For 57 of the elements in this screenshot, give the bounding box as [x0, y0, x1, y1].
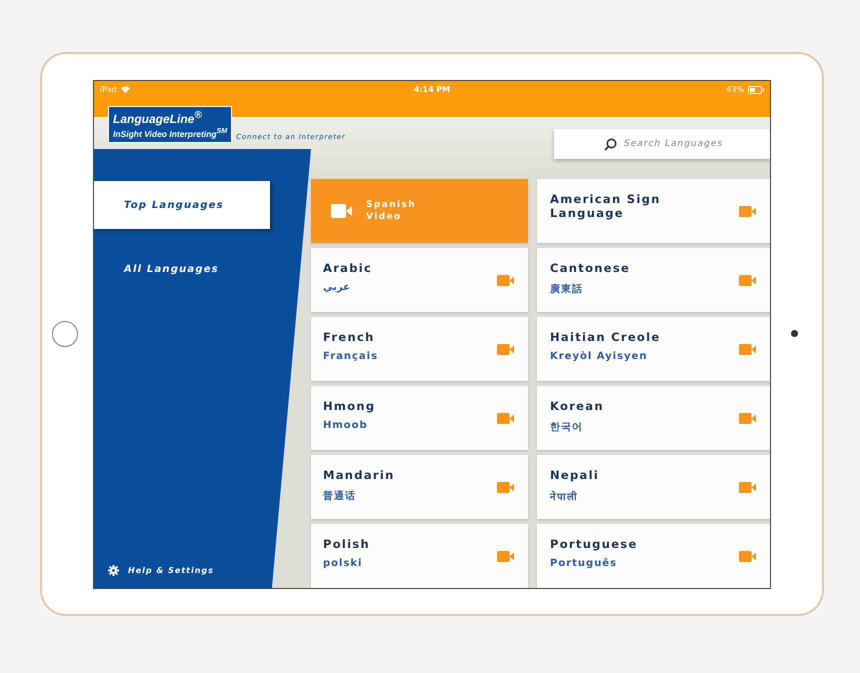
language-tile[interactable]: Cantonese 廣東話 [537, 248, 770, 312]
language-name: Hmong [323, 399, 376, 413]
native-name: polski [323, 558, 364, 569]
video-camera-icon [497, 412, 514, 424]
video-camera-icon [497, 482, 514, 492]
language-tile[interactable]: Korean 한국어 [537, 386, 770, 450]
search-field[interactable]: Search Languages [554, 129, 770, 159]
logo-badge: LanguageLine$^{®}$ InSight Video Interpreting$^{SM}$ [108, 106, 232, 143]
native-name: 普通话 [323, 489, 357, 503]
battery-icon [748, 86, 764, 94]
language-name: Haitian Creole [550, 330, 660, 344]
native-name: عربي [323, 282, 351, 293]
native-name: 한국어 [550, 421, 584, 434]
language-name: American Sign Language [550, 192, 662, 220]
video-camera-icon [497, 550, 514, 562]
language-tile[interactable]: Hmong Hmoob [311, 386, 528, 450]
language-name: Korean [550, 399, 604, 413]
language-tile[interactable]: Portuguese Português [537, 524, 770, 588]
language-tile[interactable]: American Sign Language [537, 179, 770, 243]
video-camera-icon [739, 344, 756, 354]
video-camera-icon [331, 204, 352, 218]
language-tile[interactable]: Haitian Creole Kreyòl Ayisyen [537, 317, 770, 381]
video-camera-icon [739, 550, 756, 562]
video-camera-icon [497, 344, 514, 354]
battery-label: 43% [726, 85, 744, 94]
language-tile[interactable]: Nepali नेपाली [537, 455, 770, 519]
native-name: Français [323, 351, 378, 362]
native-name: Kreyòl Ayisyen [550, 351, 648, 362]
native-name: Hmoob [323, 420, 369, 431]
language-tile[interactable]: French Français [311, 317, 528, 381]
language-name: Spanish [366, 199, 416, 211]
language-tile[interactable]: Polish polski [311, 524, 528, 588]
language-name: Cantonese [550, 261, 630, 275]
language-name: Portuguese [550, 537, 638, 551]
camera-icon [791, 330, 798, 337]
language-name: French [323, 330, 376, 344]
help-settings-link[interactable]: Help & Settings [128, 566, 214, 575]
video-camera-icon [739, 412, 756, 424]
language-name: Polish [323, 537, 370, 551]
language-name: Nepali [550, 468, 600, 482]
language-tile[interactable]: Mandarin 普通话 [311, 455, 528, 519]
native-name: 廣東話 [550, 282, 584, 296]
clock-label: 4:14 PM [414, 85, 450, 94]
carrier-label: iPad [100, 85, 117, 94]
sidebar-tab[interactable]: Top Languages [94, 181, 270, 229]
language-name: Mandarin [323, 468, 395, 482]
native-name: Português [550, 558, 618, 569]
wifi-icon [120, 86, 130, 93]
video-camera-icon [739, 206, 756, 216]
sidebar-tab[interactable]: All Languages [94, 245, 270, 293]
native-name: नेपाली [550, 490, 579, 503]
video-camera-icon [739, 482, 756, 492]
settings-icon [108, 565, 119, 576]
video-camera-icon [739, 274, 756, 286]
video-camera-icon [497, 274, 514, 286]
language-name: Arabic [323, 261, 372, 275]
tile-subtitle: Video [366, 211, 403, 223]
